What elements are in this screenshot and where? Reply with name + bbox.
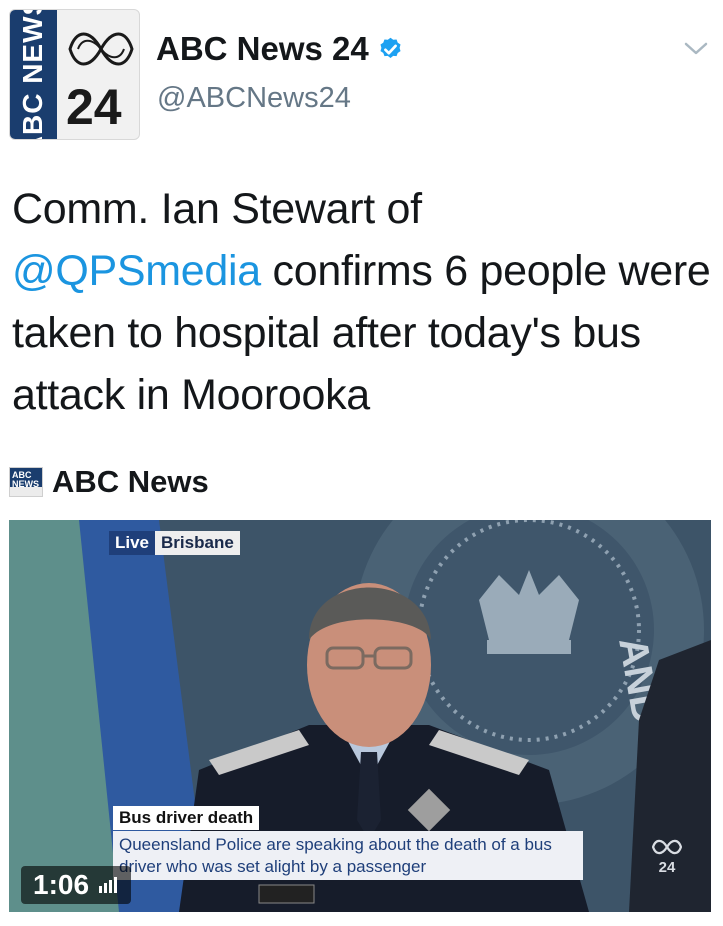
video-card-header[interactable]: ABC NEWS ABC News xyxy=(9,464,209,500)
display-name[interactable]: ABC News 24 xyxy=(156,30,369,68)
abc-logo-icon xyxy=(68,32,134,66)
live-label: Live xyxy=(109,531,156,555)
video-duration: 1:06 xyxy=(33,869,90,900)
duration-badge: 1:06 xyxy=(21,866,132,904)
channel-bug-number: 24 xyxy=(658,859,676,876)
avatar-vertical-text: ABC NEWS xyxy=(10,9,57,140)
account-handle[interactable]: @ABCNews24 xyxy=(157,82,351,115)
card-source-title[interactable]: ABC News xyxy=(52,464,209,500)
account-avatar[interactable]: ABC NEWS 24 xyxy=(9,9,140,140)
volume-bars-icon xyxy=(99,877,118,893)
avatar-text: ABC NEWS xyxy=(17,9,49,140)
live-bug: Live Brisbane xyxy=(109,531,240,555)
chevron-down-icon[interactable] xyxy=(683,40,709,58)
tweet-text: Comm. Ian Stewart of @QPSmedia confirms 6… xyxy=(12,178,712,426)
mention-link[interactable]: @QPSmedia xyxy=(12,247,261,295)
abc-news-mini-logo: ABC NEWS xyxy=(9,467,43,497)
abc-logo-icon xyxy=(651,839,683,855)
video-player[interactable]: AND Live Brisbane Bus driver death Queen… xyxy=(9,520,711,912)
avatar-number: 24 xyxy=(66,79,122,135)
name-row: ABC News 24 xyxy=(156,30,404,68)
city-label: Brisbane xyxy=(155,531,240,555)
caption-strap: Queensland Police are speaking about the… xyxy=(113,831,583,880)
mini-logo-text: ABC NEWS xyxy=(12,470,39,489)
headline-strap: Bus driver death xyxy=(113,806,260,830)
channel-bug: 24 xyxy=(649,838,685,880)
tweet-text-part: Comm. Ian Stewart of xyxy=(12,185,422,233)
verified-badge-icon xyxy=(380,37,401,58)
